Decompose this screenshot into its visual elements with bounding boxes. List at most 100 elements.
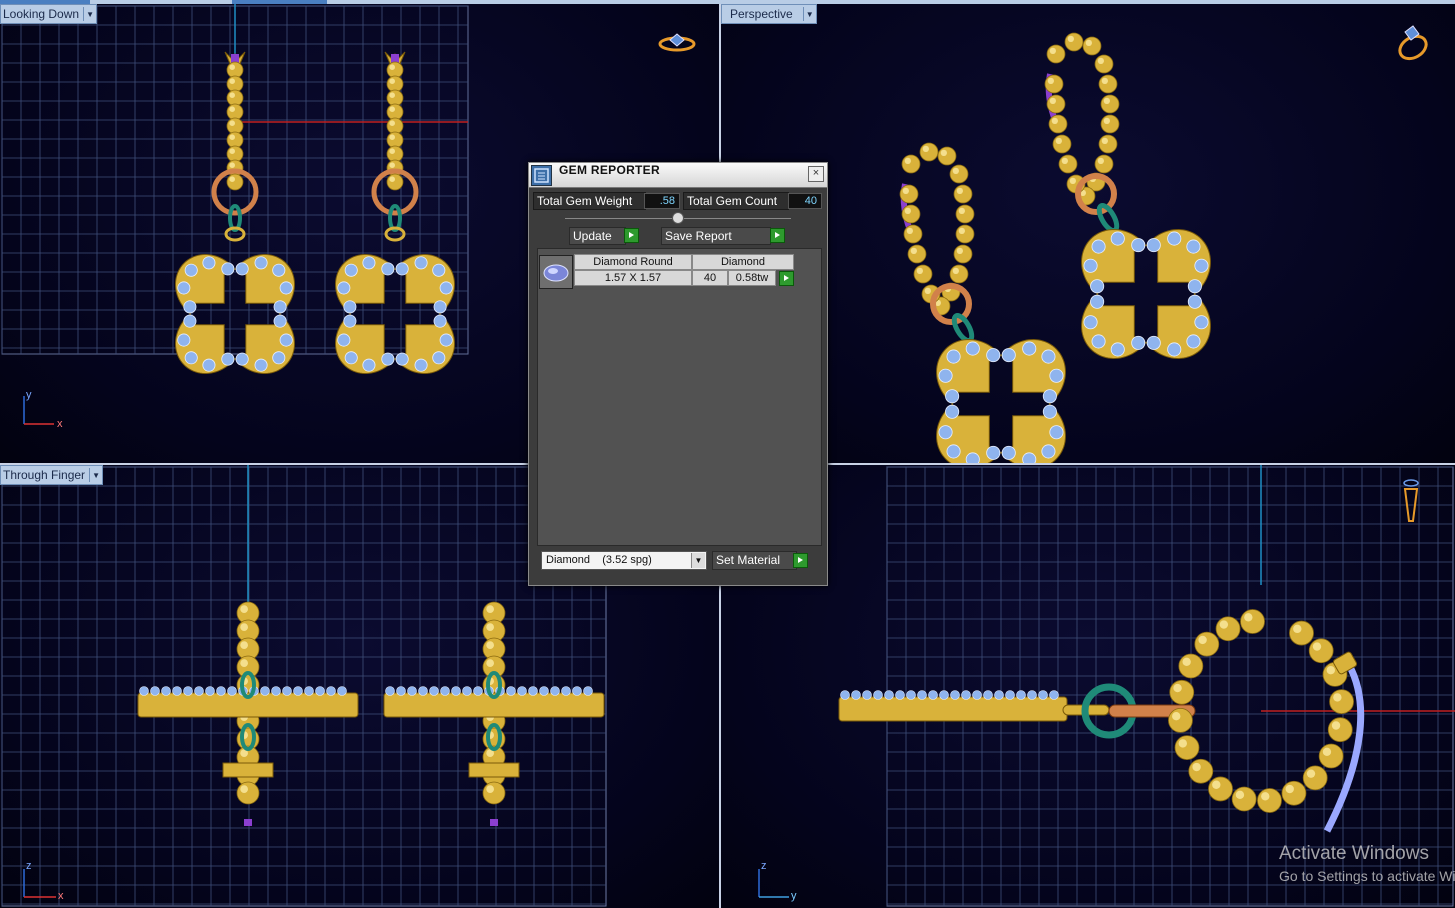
bead-highlight bbox=[1178, 739, 1188, 748]
bead-highlight bbox=[240, 659, 248, 667]
stone bbox=[583, 686, 593, 696]
chevron-down-icon[interactable]: ▼ bbox=[691, 553, 705, 568]
bead bbox=[386, 89, 404, 107]
gem-size-cell: 1.57 X 1.57 bbox=[574, 270, 692, 286]
chevron-down-icon[interactable]: ▼ bbox=[89, 468, 102, 482]
bead-highlight bbox=[486, 785, 494, 793]
stone bbox=[572, 686, 582, 696]
bead-highlight bbox=[910, 247, 917, 254]
bead-highlight bbox=[1103, 97, 1110, 104]
diamond-round-icon bbox=[543, 264, 569, 282]
stone bbox=[344, 351, 358, 365]
bead bbox=[949, 164, 969, 184]
stone bbox=[1022, 452, 1037, 463]
gem-list[interactable]: Diamond Round Diamond 1.57 X 1.57 40 0.5… bbox=[537, 248, 822, 546]
viewport-side[interactable]: z y bbox=[721, 465, 1455, 908]
gem-row-go-icon[interactable] bbox=[779, 271, 794, 286]
dialog-title-bar[interactable]: GEM REPORTER × bbox=[529, 163, 827, 188]
stone bbox=[221, 262, 235, 276]
bead-highlight bbox=[229, 106, 235, 112]
chevron-down-icon[interactable]: ▼ bbox=[802, 7, 816, 21]
stone bbox=[407, 686, 417, 696]
viewport-view-selector[interactable]: Looking Down ▼ bbox=[0, 4, 98, 24]
bead-highlight bbox=[486, 605, 494, 613]
stone bbox=[1110, 231, 1125, 246]
stone bbox=[1146, 238, 1161, 253]
save-report-button[interactable]: Save Report bbox=[661, 227, 771, 245]
stone bbox=[440, 686, 450, 696]
save-report-go-icon[interactable] bbox=[770, 228, 785, 243]
bead-highlight bbox=[229, 78, 235, 84]
bead bbox=[236, 781, 260, 805]
splitter-handle[interactable] bbox=[672, 212, 684, 224]
set-material-go-icon[interactable] bbox=[793, 553, 808, 568]
stone bbox=[895, 690, 905, 700]
stone bbox=[194, 686, 204, 696]
stone bbox=[1022, 341, 1037, 356]
stone bbox=[1016, 690, 1026, 700]
bead-highlight bbox=[1212, 780, 1221, 789]
bead-highlight bbox=[1333, 693, 1342, 702]
bead bbox=[903, 224, 923, 244]
stone bbox=[1110, 342, 1125, 357]
viewport-perspective[interactable]: Perspective ▼ bbox=[721, 4, 1455, 463]
chevron-down-icon[interactable]: ▼ bbox=[83, 7, 96, 21]
stone bbox=[177, 281, 191, 295]
stone bbox=[1131, 335, 1146, 350]
dialog-title: GEM REPORTER bbox=[559, 163, 660, 177]
gem-weight-cell: 0.58tw bbox=[728, 270, 776, 286]
bead bbox=[955, 224, 975, 244]
update-button[interactable]: Update bbox=[569, 227, 626, 245]
tab-indicator[interactable] bbox=[232, 0, 327, 4]
material-select[interactable]: Diamond (3.52 spg) ▼ bbox=[541, 551, 707, 570]
bead bbox=[1318, 743, 1344, 769]
update-go-icon[interactable] bbox=[624, 228, 639, 243]
earring-perspective-front bbox=[899, 142, 1066, 463]
bead-highlight bbox=[1244, 613, 1253, 622]
bead bbox=[1194, 631, 1220, 657]
close-icon[interactable]: × bbox=[808, 166, 824, 182]
bead bbox=[386, 75, 404, 93]
stone bbox=[418, 686, 428, 696]
stone bbox=[539, 686, 549, 696]
bead bbox=[1094, 154, 1114, 174]
stone bbox=[1091, 239, 1106, 254]
bead bbox=[1168, 708, 1193, 733]
bead bbox=[226, 61, 244, 79]
clasp bbox=[222, 762, 274, 778]
bead bbox=[953, 244, 973, 264]
bead-highlight bbox=[902, 187, 909, 195]
bead bbox=[1215, 616, 1241, 642]
bead bbox=[1046, 44, 1066, 64]
stone bbox=[1049, 690, 1059, 700]
stone bbox=[884, 690, 894, 700]
gem-thumbnail[interactable] bbox=[539, 255, 573, 289]
bead-highlight bbox=[240, 785, 248, 793]
stone bbox=[1083, 315, 1098, 330]
stone bbox=[1194, 258, 1209, 273]
bead bbox=[1098, 74, 1118, 94]
stone bbox=[381, 262, 395, 276]
bead-highlight bbox=[1172, 712, 1181, 721]
bead bbox=[953, 184, 973, 204]
bead bbox=[386, 103, 404, 121]
stone bbox=[1187, 279, 1202, 294]
viewport-view-selector[interactable]: Perspective ▼ bbox=[721, 4, 817, 24]
stone bbox=[1194, 315, 1209, 330]
set-material-button[interactable]: Set Material bbox=[712, 551, 797, 570]
stone bbox=[273, 314, 287, 328]
bead-highlight bbox=[1219, 620, 1229, 629]
stone bbox=[972, 690, 982, 700]
stone bbox=[1049, 425, 1064, 440]
stone bbox=[928, 690, 938, 700]
bead-highlight bbox=[1061, 157, 1068, 164]
activation-watermark-subtitle: Go to Settings to activate Windows. bbox=[1279, 868, 1455, 884]
stone bbox=[183, 300, 197, 314]
stone bbox=[1041, 349, 1056, 364]
stone bbox=[906, 690, 916, 700]
bead bbox=[226, 103, 244, 121]
viewport-view-selector[interactable]: Through Finger ▼ bbox=[0, 465, 104, 485]
stone bbox=[337, 333, 351, 347]
stone bbox=[1038, 690, 1048, 700]
bead bbox=[1178, 653, 1204, 679]
